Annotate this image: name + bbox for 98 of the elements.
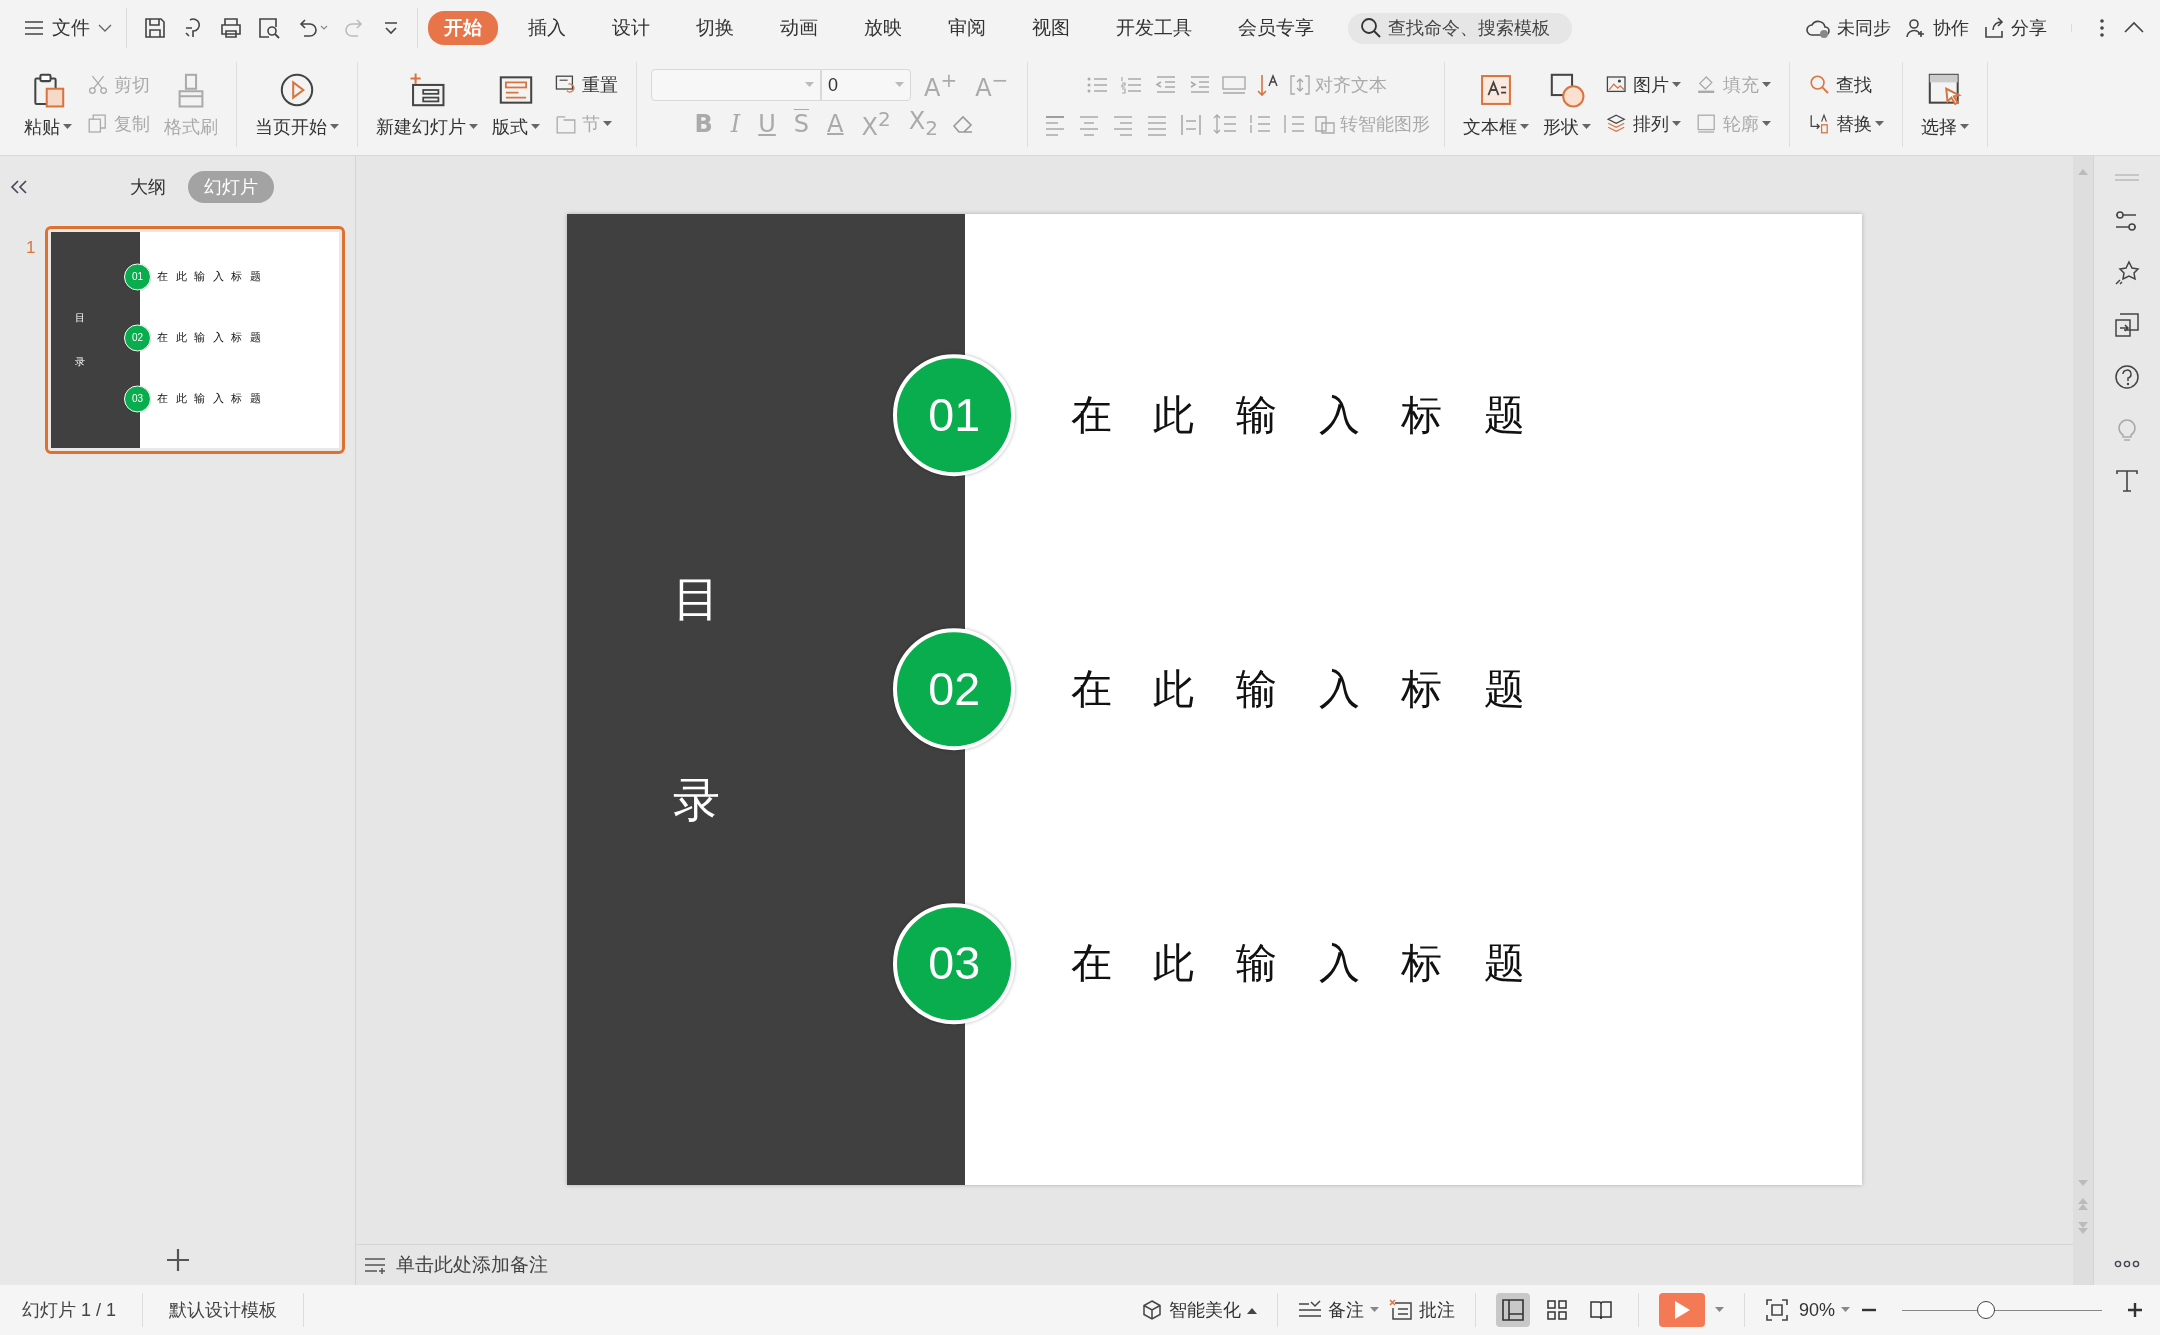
zoom-slider-track[interactable] xyxy=(1902,1300,2102,1320)
print-preview-icon[interactable] xyxy=(257,16,281,40)
thumbnail-item-title: 在 此 输 入 标 题 xyxy=(157,330,261,346)
slide-thumbnail[interactable]: 目 录 01 在 此 输 入 标 题 02 在 此 输 入 标 题 03 在 此 输 入 标 题 xyxy=(45,226,346,454)
notes-icon xyxy=(364,1256,386,1274)
caret-icon xyxy=(1841,1307,1850,1313)
caret-icon xyxy=(895,82,904,89)
caret-icon[interactable] xyxy=(1714,1307,1724,1313)
toolbar-action[interactable]: 协作 xyxy=(1905,16,1969,40)
file-menu[interactable]: 文件 xyxy=(20,11,116,45)
caret-icon xyxy=(1672,120,1682,127)
collapse-panel-icon[interactable] xyxy=(10,179,28,195)
layout-button[interactable]: 版式 xyxy=(488,68,544,141)
layers-button[interactable]: 排列 xyxy=(1601,109,1686,138)
print-icon[interactable] xyxy=(219,16,243,40)
ribbon-tab[interactable]: 开发工具 xyxy=(1100,11,1208,45)
thumbnail-side-title: 目 xyxy=(75,312,86,323)
view-button[interactable] xyxy=(1495,1293,1530,1327)
text-icon[interactable] xyxy=(2114,468,2140,494)
new-slide-button[interactable]: 新建幻灯片 xyxy=(372,68,482,141)
share-icon xyxy=(1983,17,2005,39)
caret-icon xyxy=(1960,123,1970,130)
side-title: 目 xyxy=(673,576,720,623)
caret-icon xyxy=(603,120,612,127)
caret-icon xyxy=(1520,123,1530,130)
slide-number: 1 xyxy=(26,238,36,258)
notes-icon xyxy=(1297,1300,1322,1320)
book-icon xyxy=(1588,1298,1613,1322)
caret-icon xyxy=(1762,120,1772,127)
add-slide-icon[interactable] xyxy=(164,1247,191,1273)
save-icon[interactable] xyxy=(143,16,167,40)
toolbar-action[interactable]: 分享 xyxy=(1983,16,2047,40)
item-title: 在 此 输 入 标 题 xyxy=(1070,390,1526,441)
toolbar-action[interactable]: 未同步 xyxy=(1805,16,1891,40)
ribbon-tab[interactable]: 视图 xyxy=(1016,11,1086,45)
caret-icon xyxy=(1369,1307,1379,1313)
fit-window-icon[interactable] xyxy=(1764,1298,1789,1322)
thumbnail-item-title: 在 此 输 入 标 题 xyxy=(157,391,261,407)
template-name[interactable]: 默认设计模板 xyxy=(163,1298,284,1322)
ribbon-tab[interactable]: 放映 xyxy=(848,11,918,45)
caret-icon xyxy=(1875,120,1885,127)
slide-counter: 幻灯片 1 / 1 xyxy=(21,1299,118,1322)
chevron-down-icon xyxy=(98,23,112,33)
help-icon[interactable] xyxy=(2114,364,2140,390)
ribbon-tab[interactable]: 插入 xyxy=(512,11,582,45)
ribbon-tab[interactable]: 会员专享 xyxy=(1222,11,1330,45)
font-size-field[interactable]: 0 xyxy=(821,69,911,102)
reset-button[interactable]: 重置 xyxy=(550,71,622,100)
thumbnail-side-title: 录 xyxy=(75,357,86,368)
search-icon xyxy=(1360,17,1382,39)
notes-field[interactable]: 单击此处添加备注 xyxy=(394,1253,798,1277)
side-title: 录 xyxy=(673,776,720,823)
zoom-level-dropdown[interactable]: 90% xyxy=(1798,1299,1850,1321)
font-name-field[interactable] xyxy=(651,69,821,102)
slideshow-button[interactable] xyxy=(1658,1293,1705,1327)
align-text-icon xyxy=(1289,74,1312,97)
caret-icon xyxy=(469,123,478,130)
menu-icon xyxy=(24,20,44,36)
star-icon[interactable] xyxy=(2114,260,2140,286)
drag-handle-icon[interactable] xyxy=(2114,174,2140,182)
ribbon-tab[interactable]: 动画 xyxy=(764,11,834,45)
clipboard-button[interactable]: 粘贴 xyxy=(20,68,76,141)
zoom-slider[interactable] xyxy=(1977,1301,1995,1319)
ribbon-tab[interactable]: 切换 xyxy=(680,11,750,45)
ribbon-tab[interactable]: 设计 xyxy=(596,11,666,45)
caret-icon xyxy=(1582,123,1592,130)
replace-button[interactable]: 替换 xyxy=(1804,109,1889,138)
caret-icon xyxy=(1672,82,1682,89)
play-icon xyxy=(1672,1300,1691,1320)
more-icon[interactable] xyxy=(2114,1259,2140,1269)
select-cursor-button[interactable]: 选择 xyxy=(1917,68,1974,141)
caret-icon xyxy=(63,123,72,130)
comments-button[interactable]: 批注 xyxy=(1388,1298,1455,1322)
add-user-icon xyxy=(1905,17,1927,39)
cube-icon xyxy=(1140,1299,1163,1321)
zoom-in-icon[interactable] xyxy=(2126,1301,2144,1319)
play-button[interactable]: 当页开始 xyxy=(251,68,343,141)
search-field[interactable]: 查找命令、搜索模板 xyxy=(1348,12,1572,44)
caret-icon xyxy=(531,123,540,130)
caret-up-icon xyxy=(1246,1306,1257,1314)
grid-view-icon xyxy=(1544,1298,1569,1322)
item-title: 在 此 输 入 标 题 xyxy=(1070,664,1526,716)
thumbnail-item-title: 在 此 输 入 标 题 xyxy=(157,269,261,285)
caret-icon xyxy=(330,123,339,130)
comment-icon xyxy=(1388,1299,1413,1321)
caret-icon xyxy=(1762,82,1772,89)
shapes-button[interactable]: 形状 xyxy=(1539,68,1596,141)
panel-tab[interactable]: 大纲 xyxy=(114,171,182,203)
item-title: 在 此 输 入 标 题 xyxy=(1070,938,1526,990)
notes-button[interactable]: 备注 xyxy=(1297,1298,1379,1322)
screen-icon[interactable] xyxy=(2114,312,2140,338)
caret-icon xyxy=(805,82,814,89)
beautify-button[interactable]: 智能美化 xyxy=(1140,1298,1257,1322)
image-button[interactable]: 图片 xyxy=(1601,71,1686,100)
ribbon-tab[interactable]: 审阅 xyxy=(932,11,1002,45)
search-button[interactable]: 查找 xyxy=(1804,71,1889,100)
normal-view-icon xyxy=(1500,1298,1525,1322)
text-box-button[interactable]: 文本框 xyxy=(1459,68,1534,141)
